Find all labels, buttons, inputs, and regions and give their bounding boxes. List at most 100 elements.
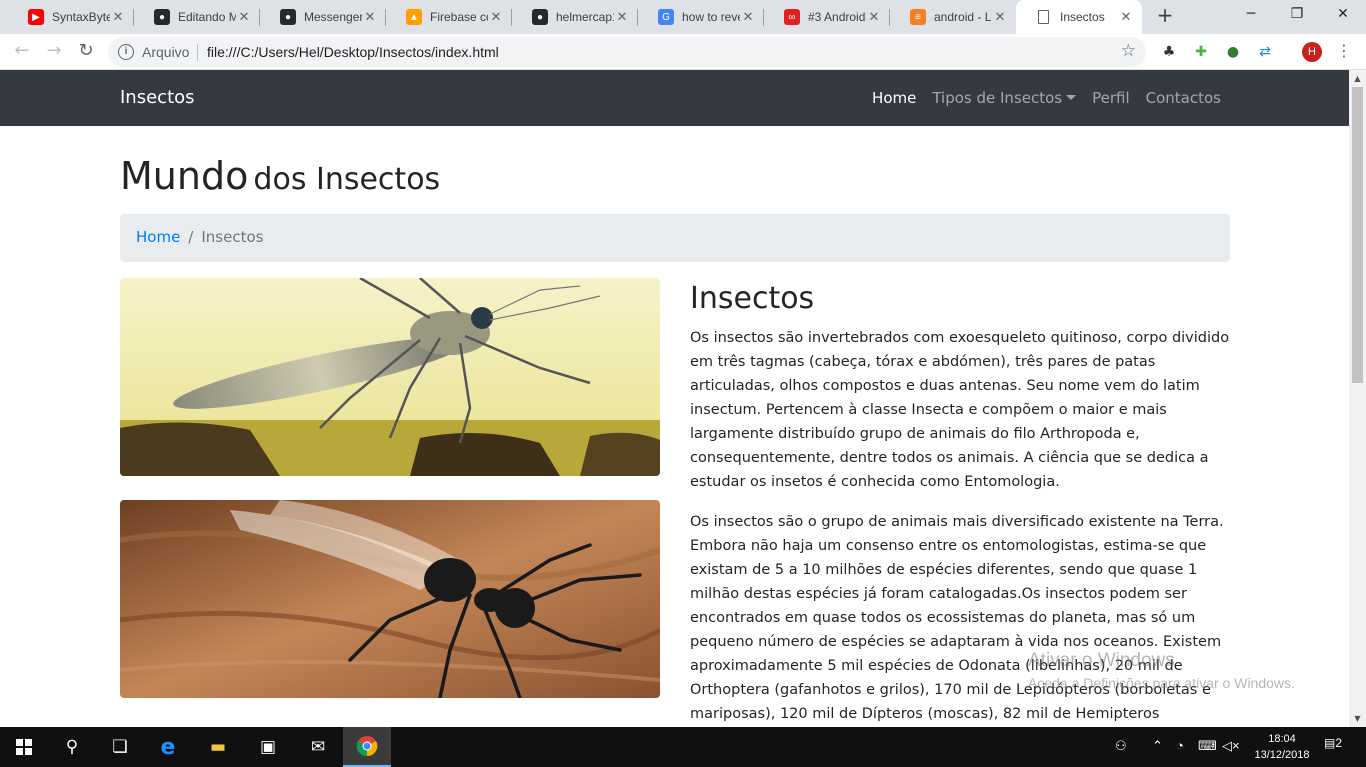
tab-title: helmercap1 — [556, 10, 614, 24]
mail-icon: ✉ — [310, 737, 326, 757]
wifi-icon[interactable]: ◔ — [1176, 738, 1184, 753]
task-view-icon: ❏ — [112, 737, 128, 757]
clock-time: 18:04 — [1268, 733, 1296, 745]
tab-title: Firebase co — [430, 10, 488, 24]
browser-tab[interactable]: ● Editando M ✕ — [134, 0, 260, 34]
tab-title: Messenger — [304, 10, 362, 24]
close-window-button[interactable]: ✕ — [1320, 0, 1366, 30]
close-tab-icon[interactable]: ✕ — [614, 9, 630, 25]
extension-gamepad-icon[interactable]: ✚ — [1192, 43, 1210, 61]
extension-club-icon[interactable]: ♣ — [1160, 43, 1178, 61]
navbar-links: Home Tipos de Insectos Perfil Contactos — [872, 89, 1221, 107]
extension-translate-icon[interactable]: ⇄ — [1256, 43, 1274, 61]
close-tab-icon[interactable]: ✕ — [866, 9, 882, 25]
taskbar-clock[interactable]: 18:04 13/12/2018 — [1252, 731, 1312, 763]
browser-tab[interactable]: ● Messenger ✕ — [260, 0, 386, 34]
action-center-button[interactable]: ▤2 — [1322, 736, 1344, 756]
windows-taskbar: ⚲ ❏ e ▬ ▣ ✉ ⚇ ⌃ ◔ ⌨ ◁× 18:04 13/12/2018 … — [0, 727, 1366, 767]
store-taskbar-button[interactable]: ▣ — [244, 727, 292, 767]
article: Insectos Os insectos são invertebrados c… — [690, 280, 1230, 727]
nav-tipos-dropdown[interactable]: Tipos de Insectos — [932, 89, 1077, 107]
article-paragraph-2: Os insectos são o grupo de animais mais … — [690, 514, 1224, 722]
search-taskbar-button[interactable]: ⚲ — [48, 727, 96, 767]
volume-icon[interactable]: ◁× — [1222, 738, 1240, 754]
back-button[interactable]: ← — [10, 40, 34, 64]
info-icon[interactable]: i — [118, 44, 134, 60]
breadcrumb-separator: / — [188, 228, 194, 246]
notification-count: 2 — [1335, 736, 1343, 750]
youtube-icon: ▶ — [28, 9, 44, 25]
breadcrumb-home-link[interactable]: Home — [136, 228, 180, 248]
browser-tab[interactable]: ● helmercap1 ✕ — [512, 0, 638, 34]
file-explorer-button[interactable]: ▬ — [194, 727, 242, 767]
browser-tab[interactable]: Insectos ✕ — [1016, 0, 1142, 34]
browser-tab[interactable]: ≡ android - Li ✕ — [890, 0, 1016, 34]
close-tab-icon[interactable]: ✕ — [740, 9, 756, 25]
breadcrumb-current: Insectos — [201, 228, 264, 246]
nav-perfil[interactable]: Perfil — [1092, 89, 1130, 107]
page-title: Mundo dos Insectos — [120, 154, 440, 198]
clock-date: 13/12/2018 — [1254, 749, 1310, 761]
tab-strip: ▶ SyntaxByte ✕ ● Editando M ✕ ● Messenger ✕ ▲ Fire… — [0, 0, 1366, 34]
minimize-button[interactable]: ─ — [1228, 0, 1274, 30]
profile-avatar[interactable]: H — [1302, 42, 1322, 62]
edge-taskbar-button[interactable]: e — [144, 727, 192, 767]
chrome-icon — [356, 736, 378, 757]
edge-icon: e — [160, 734, 176, 760]
keyboard-icon[interactable]: ⌨ — [1198, 738, 1217, 754]
tab-title: how to reve — [682, 10, 740, 24]
github-icon: ● — [154, 9, 170, 25]
divider — [197, 44, 198, 61]
nav-tipos-label: Tipos de Insectos — [932, 89, 1063, 107]
browser-tab[interactable]: ∞ #3 Android ✕ — [764, 0, 890, 34]
firebase-icon: ▲ — [406, 9, 422, 25]
reload-button[interactable]: ↻ — [74, 40, 98, 64]
close-tab-icon[interactable]: ✕ — [236, 9, 252, 25]
tab-title: #3 Android — [808, 10, 866, 24]
page-viewport: Insectos Home Tipos de Insectos Perfil C… — [0, 70, 1349, 727]
extension-circle-icon[interactable]: ● — [1224, 43, 1242, 61]
browser-tab[interactable]: ▲ Firebase co ✕ — [386, 0, 512, 34]
browser-tab[interactable]: Ghow to reve ✕ — [638, 0, 764, 34]
scroll-up-icon[interactable]: ▲ — [1349, 70, 1366, 87]
chrome-taskbar-button[interactable] — [343, 727, 391, 767]
bookmark-star-icon[interactable]: ☆ — [1121, 41, 1136, 61]
ant-image — [120, 500, 660, 698]
scheme-label: Arquivo — [142, 44, 190, 60]
article-paragraph-1: Os insectos são invertebrados com exoesq… — [690, 330, 1230, 490]
scrollbar-thumb[interactable] — [1352, 87, 1363, 383]
site-navbar: Insectos Home Tipos de Insectos Perfil C… — [0, 70, 1349, 126]
tab-title: Editando M — [178, 10, 236, 24]
address-bar[interactable]: i Arquivo file:///C:/Users/Hel/Desktop/I… — [108, 37, 1146, 67]
mail-taskbar-button[interactable]: ✉ — [294, 727, 342, 767]
search-icon: ⚲ — [65, 737, 79, 757]
show-hidden-icons-icon[interactable]: ⌃ — [1152, 738, 1163, 754]
navbar-brand[interactable]: Insectos — [120, 87, 195, 108]
page-scrollbar[interactable]: ▲ ▼ — [1349, 70, 1366, 727]
close-tab-icon[interactable]: ✕ — [992, 9, 1008, 25]
browser-tab[interactable]: ▶ SyntaxByte ✕ — [8, 0, 134, 34]
caret-down-icon — [1066, 95, 1077, 100]
infinity-icon: ∞ — [784, 9, 800, 25]
close-tab-icon[interactable]: ✕ — [488, 9, 504, 25]
url-text[interactable]: file:///C:/Users/Hel/Desktop/Insectos/in… — [207, 44, 499, 60]
folder-icon: ▬ — [209, 737, 227, 757]
tab-title: SyntaxByte — [52, 10, 110, 24]
google-icon: G — [658, 9, 674, 25]
article-title: Insectos — [690, 281, 815, 316]
maximize-button[interactable]: ❐ — [1274, 0, 1320, 30]
page-title-main: Mundo — [120, 154, 249, 198]
task-view-button[interactable]: ❏ — [96, 727, 144, 767]
nav-home[interactable]: Home — [872, 89, 916, 107]
close-tab-icon[interactable]: ✕ — [110, 9, 126, 25]
scroll-down-icon[interactable]: ▼ — [1349, 710, 1366, 727]
nav-contactos[interactable]: Contactos — [1146, 89, 1221, 107]
browser-menu-icon[interactable]: ⋮ — [1334, 40, 1354, 64]
people-icon[interactable]: ⚇ — [1115, 738, 1127, 754]
close-tab-icon[interactable]: ✕ — [362, 9, 378, 25]
new-tab-button[interactable]: + — [1153, 4, 1177, 28]
close-tab-icon[interactable]: ✕ — [1118, 9, 1134, 25]
start-button[interactable] — [0, 727, 48, 767]
stackoverflow-icon: ≡ — [910, 9, 926, 25]
forward-button[interactable]: → — [42, 40, 66, 64]
